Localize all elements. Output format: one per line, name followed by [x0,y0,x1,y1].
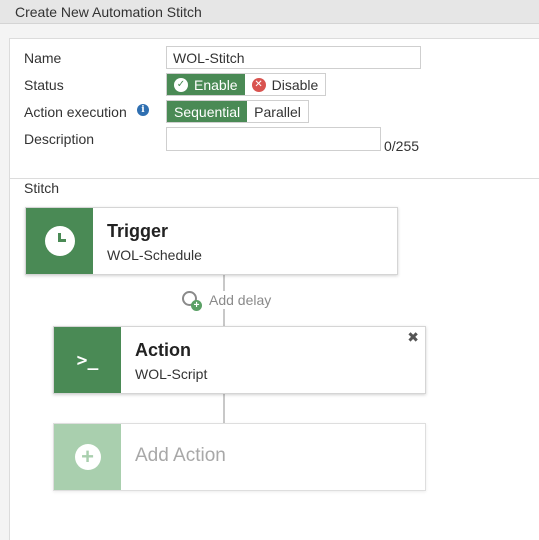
action-name: WOL-Script [135,366,208,382]
section-divider [10,178,539,179]
clock-plus-icon: + [182,291,202,311]
status-disable-option[interactable]: ✕ Disable [244,74,326,95]
x-circle-icon: ✕ [251,77,266,92]
add-action-icon-box: + [54,424,121,490]
status-enable-option[interactable]: ✓ Enable [167,74,245,95]
action-title: Action [135,340,191,360]
add-delay-label: Add delay [209,292,272,308]
close-icon[interactable]: ✖ [407,329,419,346]
form-panel: Name Status ✓ Enable ✕ Disable Action ex… [9,38,539,540]
add-action-label: Add Action [135,445,226,466]
add-delay-button[interactable]: + Add delay [182,291,274,311]
status-enable-label: Enable [194,76,238,93]
dialog-header: Create New Automation Stitch [0,0,539,24]
trigger-card[interactable]: Trigger WOL-Schedule [25,207,398,275]
status-toggle: ✓ Enable ✕ Disable [166,73,327,96]
info-icon[interactable]: i [137,104,149,116]
dialog-title: Create New Automation Stitch [15,4,202,20]
status-label: Status [24,77,64,93]
parallel-option[interactable]: Parallel [247,101,308,122]
trigger-name: WOL-Schedule [107,247,202,263]
trigger-icon-box [26,208,93,274]
action-execution-toggle: Sequential Parallel [166,100,309,123]
action-icon-box: >_ [54,327,121,393]
status-disable-label: Disable [271,76,319,93]
trigger-title: Trigger [107,221,169,241]
clock-icon [44,226,75,256]
description-textarea[interactable] [166,127,381,151]
action-card[interactable]: >_ Action WOL-Script ✖ [53,326,426,394]
connector-line [223,393,225,423]
terminal-icon: >_ [76,349,99,371]
check-circle-icon: ✓ [174,77,188,92]
description-counter: 0/255 [384,138,420,154]
name-input[interactable] [166,46,421,69]
add-action-card[interactable]: + Add Action [53,423,426,491]
plus-circle-icon: + [74,444,101,470]
name-label: Name [24,50,62,66]
description-label: Description [24,131,95,147]
sequential-option[interactable]: Sequential [167,101,248,122]
action-execution-label: Action execution [24,104,127,120]
stitch-section-label: Stitch [24,180,60,196]
